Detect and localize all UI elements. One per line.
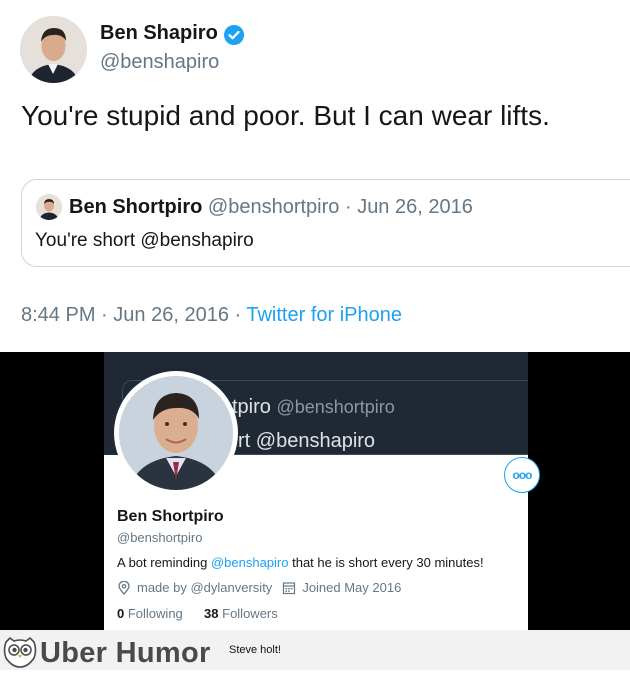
tweet-card bbox=[0, 0, 630, 352]
meta-dot: · bbox=[101, 304, 108, 326]
banner-text-line: rt @benshapiro bbox=[238, 430, 376, 452]
profile-avatar[interactable] bbox=[114, 371, 238, 495]
profile-location: made by @dylanversity bbox=[137, 580, 273, 595]
black-background-right bbox=[528, 352, 630, 630]
profile-meta: made by @dylanversity Joined May 2016 bbox=[117, 580, 401, 595]
following-count: 0 bbox=[117, 606, 125, 621]
tweet-source[interactable]: Twitter for iPhone bbox=[246, 304, 402, 326]
bio-text: A bot reminding bbox=[117, 555, 211, 570]
more-options-button[interactable]: ooo bbox=[504, 457, 540, 493]
bio-mention-link[interactable]: @benshapiro bbox=[211, 555, 289, 570]
calendar-icon bbox=[282, 581, 296, 595]
profile-follow-stats: 0 Following 38 Followers bbox=[117, 606, 278, 621]
quote-separator: · bbox=[344, 196, 352, 218]
followers-count: 38 bbox=[204, 606, 219, 621]
quote-text: You're short @benshapiro bbox=[35, 230, 254, 251]
tweet-meta: 8:44 PM · Jun 26, 2016 · Twitter for iPh… bbox=[21, 304, 402, 327]
location-pin-icon bbox=[117, 580, 131, 595]
followers-label: Followers bbox=[222, 606, 278, 621]
bio-text: that he is short every 30 minutes! bbox=[288, 555, 484, 570]
following-label: Following bbox=[127, 606, 183, 621]
author-name[interactable]: Ben Shapiro bbox=[100, 22, 218, 45]
meta-dot: · bbox=[234, 304, 242, 326]
profile-name: Ben Shortpiro bbox=[117, 508, 224, 525]
tweet-text: You're stupid and poor. But I can wear l… bbox=[21, 100, 550, 131]
profile-photo bbox=[119, 376, 233, 490]
banner-handle: @benshortpiro bbox=[276, 397, 395, 417]
tweet-date[interactable]: Jun 26, 2016 bbox=[113, 304, 229, 326]
tweet-time[interactable]: 8:44 PM bbox=[21, 304, 95, 326]
banner-name: tpiro bbox=[232, 396, 271, 418]
quote-author-handle[interactable]: @benshortpiro bbox=[208, 196, 339, 218]
brand-wordmark: Uber Humor bbox=[40, 637, 211, 669]
profile-bio: A bot reminding @benshapiro that he is s… bbox=[117, 555, 484, 570]
quoted-tweet-card[interactable] bbox=[21, 179, 630, 267]
post-caption: Steve holt! bbox=[229, 644, 281, 656]
owl-logo-icon bbox=[2, 636, 38, 668]
quote-header: Ben Shortpiro @benshortpiro · Jun 26, 20… bbox=[69, 196, 473, 219]
profile-joined: Joined May 2016 bbox=[302, 580, 402, 595]
author-avatar[interactable] bbox=[20, 16, 87, 83]
author-handle[interactable]: @benshapiro bbox=[100, 51, 219, 74]
quote-author-avatar[interactable] bbox=[36, 194, 62, 220]
quote-date[interactable]: Jun 26, 2016 bbox=[357, 196, 473, 218]
profile-handle: @benshortpiro bbox=[117, 530, 203, 545]
followers-link[interactable]: 38 Followers bbox=[204, 606, 278, 621]
quote-author-name[interactable]: Ben Shortpiro bbox=[69, 196, 202, 218]
following-link[interactable]: 0 Following bbox=[117, 606, 183, 621]
more-icon: ooo bbox=[512, 468, 533, 482]
banner-name-line: tpiro @benshortpiro bbox=[232, 396, 395, 419]
verified-badge-icon bbox=[223, 24, 245, 46]
